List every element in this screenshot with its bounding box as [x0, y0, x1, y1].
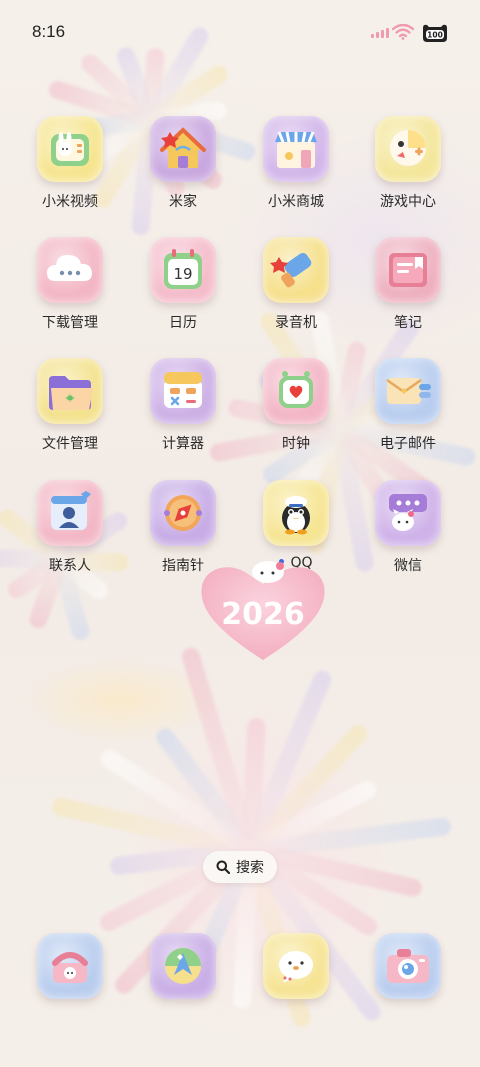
app-recorder[interactable]: 录音机 [241, 237, 351, 332]
dock-app-browser[interactable] [128, 933, 238, 999]
year-text: 2026 [221, 597, 305, 632]
search-icon [216, 860, 230, 874]
app-email[interactable]: 电子邮件 [353, 358, 463, 453]
compass-icon [150, 480, 216, 546]
app-label-text: 微信 [394, 558, 422, 574]
app-store[interactable]: 小米商城 [241, 116, 351, 211]
app-label: 计算器 [128, 433, 238, 453]
recorder-icon [263, 237, 329, 303]
battery-icon: 100 [420, 22, 450, 44]
app-qq-penguin[interactable]: QQ [241, 480, 351, 571]
app-label: 日历 [128, 312, 238, 332]
app-calculator[interactable]: 计算器 [128, 358, 238, 453]
notes-icon [375, 237, 441, 303]
app-wechat[interactable]: 微信 [353, 480, 463, 575]
dock-app-messages[interactable] [241, 933, 351, 999]
app-game-controller[interactable]: 游戏中心 [353, 116, 463, 211]
calendar-icon: 19 [150, 237, 216, 303]
calculator-icon [150, 358, 216, 424]
contacts-icon [37, 480, 103, 546]
app-calendar[interactable]: 19 日历 [128, 237, 238, 332]
qq-penguin-icon [263, 480, 329, 546]
app-label: 电子邮件 [353, 433, 463, 453]
app-label-text: 日历 [169, 315, 197, 331]
app-label: 录音机 [241, 312, 351, 332]
battery-level: 100 [427, 31, 443, 40]
clock-icon [263, 358, 329, 424]
app-label: 小米视频 [15, 191, 125, 211]
app-label-text: 计算器 [162, 436, 204, 452]
app-smart-home[interactable]: 米家 [128, 116, 238, 211]
app-clock[interactable]: 时钟 [241, 358, 351, 453]
app-label-text: 小米视频 [42, 194, 98, 210]
app-label-text: 笔记 [394, 315, 422, 331]
search-button[interactable]: 搜索 [203, 851, 277, 883]
app-label: 小米商城 [241, 191, 351, 211]
folder-icon [37, 358, 103, 424]
game-controller-icon [375, 116, 441, 182]
signal-icon [371, 28, 389, 38]
app-label-text: 电子邮件 [380, 436, 436, 452]
app-label-text: 录音机 [275, 315, 317, 331]
app-label: 下载管理 [15, 312, 125, 332]
email-icon [375, 358, 441, 424]
svg-text:19: 19 [173, 265, 192, 283]
app-label-text: 下载管理 [42, 315, 98, 331]
camera-icon [375, 933, 441, 999]
cloud-download-icon [37, 237, 103, 303]
dock-app-phone[interactable] [15, 933, 125, 999]
wifi-icon [392, 24, 414, 40]
app-label-text: 米家 [169, 194, 197, 210]
clock-time: 8:16 [32, 22, 66, 41]
app-folder[interactable]: 文件管理 [15, 358, 125, 453]
smart-home-icon [150, 116, 216, 182]
app-label: 微信 [353, 555, 463, 575]
app-label: 时钟 [241, 433, 351, 453]
app-label-text: 小米商城 [268, 194, 324, 210]
app-label: 米家 [128, 191, 238, 211]
app-notes[interactable]: 笔记 [353, 237, 463, 332]
store-icon [263, 116, 329, 182]
app-tv-bunny[interactable]: 小米视频 [15, 116, 125, 211]
wechat-icon [375, 480, 441, 546]
dock-app-camera[interactable] [353, 933, 463, 999]
app-label-text: 时钟 [282, 436, 310, 452]
app-label-text: 游戏中心 [380, 194, 436, 210]
browser-icon [150, 933, 216, 999]
year-widget[interactable]: 2026 [196, 560, 330, 664]
app-label-text: 联系人 [49, 558, 91, 574]
app-label: 文件管理 [15, 433, 125, 453]
app-cloud-download[interactable]: 下载管理 [15, 237, 125, 332]
messages-icon [263, 933, 329, 999]
app-contacts[interactable]: 联系人 [15, 480, 125, 575]
app-label-text: 文件管理 [42, 436, 98, 452]
tv-bunny-icon [37, 116, 103, 182]
app-label: 游戏中心 [353, 191, 463, 211]
status-bar: 8:16 100 [0, 0, 480, 64]
search-label: 搜索 [236, 860, 264, 876]
app-label: 笔记 [353, 312, 463, 332]
app-label: 联系人 [15, 555, 125, 575]
phone-icon [37, 933, 103, 999]
